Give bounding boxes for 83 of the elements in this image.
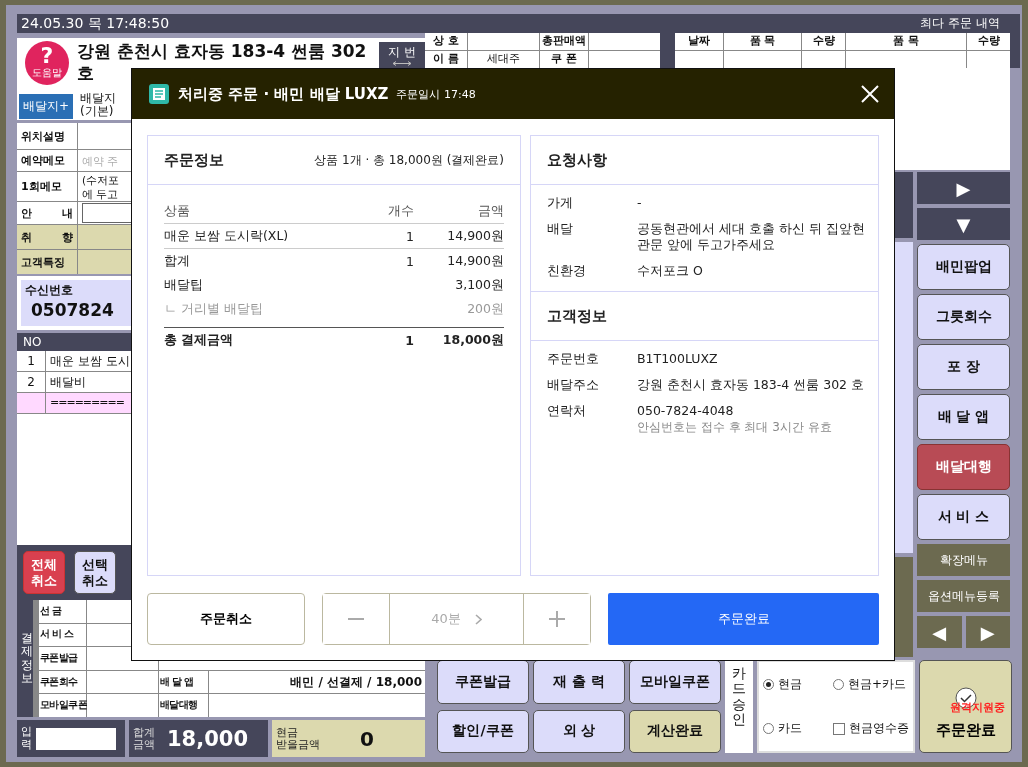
item-amount: 14,900원 <box>446 227 504 245</box>
column-header: 수량 <box>967 33 1010 50</box>
item-name: 배달비 <box>49 373 87 391</box>
payment-info-label: 결제정보 <box>17 600 33 717</box>
payment-value: 배민 / 선결제 / 18,000 <box>209 670 425 694</box>
field-label: 안 내 <box>17 202 77 224</box>
caller-number: 0507824 <box>30 299 115 321</box>
table-header: 상 호 <box>425 33 467 50</box>
field-label: 친환경 <box>547 263 587 279</box>
table-cell: 세대주 <box>468 51 539 68</box>
column-header: 상품 <box>164 202 191 220</box>
section-title: 요청사항 <box>547 150 607 170</box>
table-header: 쿠 폰 <box>540 51 588 68</box>
item-amount: 3,100원 <box>454 276 504 294</box>
item-name: 매운 보쌈 도시 <box>49 352 131 370</box>
field-label: 연락처 <box>547 403 587 419</box>
input-label: 입력 <box>21 726 32 751</box>
field-label: 배달 <box>547 221 574 238</box>
option-label: 현금+카드 <box>848 675 907 693</box>
section-title: 고객정보 <box>547 306 607 326</box>
modal-title: 처리중 주문 · 배민 배달 LUXZ <box>178 84 389 104</box>
payment-label: 선 금 <box>39 600 86 623</box>
column-header: 날짜 <box>675 33 723 50</box>
option-label: 현금 <box>778 675 802 693</box>
caller-label: 수신번호 <box>25 282 74 299</box>
field-value: 강원 춘천시 효자동 183-4 썬룸 302 호 <box>637 377 866 393</box>
item-name: 매운 보쌈 도시락(XL) <box>164 227 290 245</box>
item-quantity: 1 <box>405 228 414 244</box>
field-value: B1T100LUXZ <box>637 351 719 367</box>
field-value: 수저포크 O <box>637 263 704 279</box>
panel-title: 최다 주문 내역 <box>920 15 1000 32</box>
field-label: 위치설명 <box>17 123 77 149</box>
payment-label: 서 비 스 <box>39 623 86 647</box>
payment-label: 배 달 앱 <box>159 670 208 694</box>
field-label: 예약메모 <box>17 150 77 171</box>
order-summary: 상품 1개 · 총 18,000원 (결제완료) <box>314 151 504 169</box>
field-label: 1회메모 <box>17 172 77 201</box>
column-header: 품 목 <box>724 33 801 50</box>
card-approval-label: 카드승인 <box>725 660 753 753</box>
column-header: 품 목 <box>846 33 966 50</box>
field-note: 안심번호는 접수 후 최대 3시간 유효 <box>637 419 833 435</box>
payment-label: 모바일쿠폰 <box>39 694 86 717</box>
field-label: 취 향 <box>17 225 77 249</box>
section-title: 주문정보 <box>164 150 224 170</box>
column-header: 금액 <box>477 202 504 220</box>
row-number: 2 <box>17 372 46 392</box>
item-amount: 200원 <box>466 300 504 318</box>
field-label: 고객특징 <box>17 250 77 274</box>
total-label: 합계 금액 <box>133 726 155 751</box>
item-name: 총 결제금액 <box>164 331 235 349</box>
item-name: 합계 <box>164 252 191 270</box>
separator-text: ========= <box>49 396 124 410</box>
payment-label: 쿠폰회수 <box>39 670 86 694</box>
cash-amount: 0 <box>360 726 374 751</box>
item-quantity: 1 <box>405 253 414 269</box>
payment-label: 배달대행 <box>159 694 208 717</box>
order-time: 주문일시 17:48 <box>396 86 476 102</box>
item-name: ㄴ 거리별 배달팁 <box>164 300 264 318</box>
remote-support-label: 원격지원중 <box>950 700 1005 715</box>
field-label: 주문번호 <box>547 351 600 367</box>
item-quantity: 1 <box>404 332 414 348</box>
item-name: 배달팁 <box>164 276 204 294</box>
item-amount: 18,000원 <box>441 331 504 349</box>
field-value: 공동현관에서 세대 호출 하신 뒤 집앞현관문 앞에 두고가주세요 <box>637 221 866 253</box>
field-value: 050-7824-4048 <box>637 403 735 419</box>
row-number: 1 <box>17 351 46 371</box>
date-time: 24.05.30 목 17:48:50 <box>21 14 170 33</box>
prep-time: 40분 <box>431 610 461 628</box>
table-header: 이 름 <box>425 51 467 68</box>
column-header: 개수 <box>387 202 414 220</box>
address-text: 강원 춘천시 효자동 183-4 썬룸 302 호 <box>76 40 368 84</box>
cash-label: 현금 받을금액 <box>276 726 320 751</box>
column-header: 수량 <box>802 33 845 50</box>
field-label: 배달주소 <box>547 377 600 393</box>
option-label: 현금영수증 <box>849 720 909 738</box>
payment-label: 쿠폰발급 <box>39 647 86 670</box>
item-amount: 14,900원 <box>446 252 504 270</box>
field-label: 가게 <box>547 195 574 211</box>
option-label: 카드 <box>778 720 802 738</box>
address-label: 배달지 (기본) <box>80 92 116 118</box>
table-header: 총판매액 <box>540 33 588 50</box>
field-value: - <box>637 195 643 211</box>
total-amount: 18,000 <box>167 726 249 751</box>
